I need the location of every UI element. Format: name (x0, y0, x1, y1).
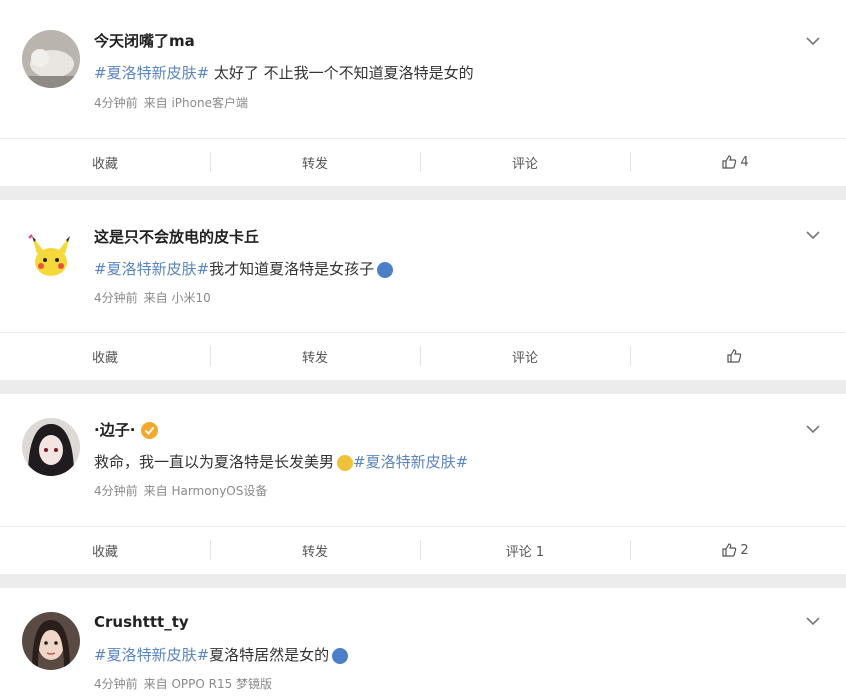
comment-button[interactable]: 评论 (420, 333, 630, 379)
repost-button[interactable]: 转发 (210, 527, 420, 573)
weibo-comment-feed: 今天闭嘴了ma #夏洛特新皮肤# 太好了 不止我一个不知道夏洛特是女的 4分钟前… (0, 0, 846, 700)
action-bar: 收藏 转发 评论 1 2 (0, 526, 846, 573)
hashtag-link[interactable]: #夏洛特新皮肤# (94, 260, 209, 278)
post-source: 来自 HarmonyOS设备 (143, 484, 268, 498)
emoji-icon (332, 647, 349, 664)
emoji-icon (337, 454, 354, 471)
thumbs-up-icon (722, 155, 737, 169)
repost-button[interactable]: 转发 (210, 139, 420, 185)
thumbs-up-icon (722, 543, 737, 557)
collect-button[interactable]: 收藏 (0, 333, 210, 379)
username[interactable]: 这是只不会放电的皮卡丘 (94, 226, 259, 247)
comment-body: 夏洛特居然是女的 (209, 646, 330, 664)
timestamp: 4分钟前 (94, 291, 138, 305)
post-meta: 4分钟前 来自 OPPO R15 梦镜版 (94, 675, 278, 692)
comment-card: 这是只不会放电的皮卡丘 #夏洛特新皮肤#我才知道夏洛特是女孩子 4分钟前 来自 小… (0, 200, 846, 380)
chevron-down-icon[interactable] (804, 226, 822, 244)
username-link[interactable]: ·边子· (94, 421, 135, 439)
chevron-down-icon[interactable] (804, 420, 822, 438)
username: ·边子· (94, 419, 159, 440)
comment-button[interactable]: 评论 (420, 139, 630, 185)
comment-body: 救命，我一直以为夏洛特是长发美男 (94, 453, 335, 471)
chevron-down-icon[interactable] (804, 32, 822, 50)
avatar[interactable] (22, 612, 80, 670)
repost-button[interactable]: 转发 (210, 333, 420, 379)
comment-card: Crushttt_ty #夏洛特新皮肤#夏洛特居然是女的 4分钟前 来自 OPPO… (0, 588, 846, 700)
post-source: 来自 小米10 (143, 291, 211, 305)
post-source: 来自 iPhone客户端 (143, 96, 248, 110)
post-meta: 4分钟前 来自 HarmonyOS设备 (94, 482, 273, 499)
comment-card: 今天闭嘴了ma #夏洛特新皮肤# 太好了 不止我一个不知道夏洛特是女的 4分钟前… (0, 0, 846, 186)
avatar[interactable] (22, 226, 80, 284)
comment-card: ·边子· 救命，我一直以为夏洛特是长发美男 #夏洛特新皮肤# 4分钟前 来自 Har… (0, 394, 846, 574)
comment-text: #夏洛特新皮肤#我才知道夏洛特是女孩子 (94, 258, 394, 279)
like-button[interactable]: 2 (630, 527, 840, 573)
timestamp: 4分钟前 (94, 677, 138, 691)
username[interactable]: Crushttt_ty (94, 613, 189, 631)
verified-badge-icon (141, 422, 159, 439)
timestamp: 4分钟前 (94, 484, 138, 498)
post-source: 来自 OPPO R15 梦镜版 (143, 677, 273, 691)
comment-text: 救命，我一直以为夏洛特是长发美男 #夏洛特新皮肤# (94, 451, 468, 472)
emoji-icon (377, 261, 394, 278)
comment-body: 太好了 不止我一个不知道夏洛特是女的 (209, 64, 474, 82)
action-bar: 收藏 转发 评论 (0, 332, 846, 379)
comment-body: 我才知道夏洛特是女孩子 (209, 260, 375, 278)
collect-button[interactable]: 收藏 (0, 139, 210, 185)
collect-button[interactable]: 收藏 (0, 527, 210, 573)
like-count: 2 (740, 542, 749, 558)
hashtag-link[interactable]: #夏洛特新皮肤# (94, 64, 209, 82)
thumbs-up-icon (726, 349, 741, 363)
chevron-down-icon[interactable] (804, 612, 822, 630)
post-meta: 4分钟前 来自 iPhone客户端 (94, 94, 254, 111)
like-button[interactable]: 4 (630, 139, 840, 185)
hashtag-link[interactable]: #夏洛特新皮肤# (353, 453, 468, 471)
avatar[interactable] (22, 30, 80, 88)
timestamp: 4分钟前 (94, 96, 138, 110)
hashtag-link[interactable]: #夏洛特新皮肤# (94, 646, 209, 664)
like-button[interactable] (630, 333, 840, 379)
username[interactable]: 今天闭嘴了ma (94, 30, 195, 51)
comment-button[interactable]: 评论 1 (420, 527, 630, 573)
comment-text: #夏洛特新皮肤# 太好了 不止我一个不知道夏洛特是女的 (94, 62, 474, 83)
post-meta: 4分钟前 来自 小米10 (94, 289, 217, 306)
action-bar: 收藏 转发 评论 4 (0, 138, 846, 185)
like-count: 4 (740, 154, 749, 170)
comment-text: #夏洛特新皮肤#夏洛特居然是女的 (94, 644, 349, 665)
avatar[interactable] (22, 418, 80, 476)
